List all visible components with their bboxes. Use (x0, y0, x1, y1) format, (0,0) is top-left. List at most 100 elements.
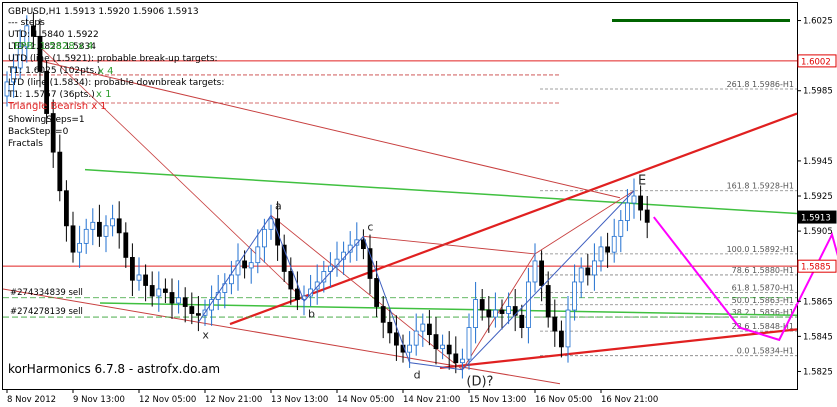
candle-body[interactable] (552, 316, 558, 332)
fib-level-label: 50.0 1.5863-H1 (732, 296, 794, 305)
candle-body[interactable] (288, 271, 294, 290)
fib-level-label: 261.8 1.5986-H1 (727, 80, 794, 89)
time-axis[interactable]: 8 Nov 2012 9 Nov 13:00 12 Nov 05:00 12 Nov … (6, 389, 658, 405)
chart-canvas[interactable]: 261.8 1.5986-H1 161.8 1.5928-H1 100.0 1.58… (0, 0, 837, 407)
pattern-point-label: E (638, 174, 646, 189)
candle-body[interactable] (459, 358, 465, 364)
candle-body[interactable] (189, 306, 195, 314)
candle-body[interactable] (321, 271, 327, 283)
candle-body[interactable] (539, 260, 544, 286)
candle-body[interactable] (473, 299, 479, 328)
candle-body[interactable] (143, 274, 149, 286)
back-steps: BackSteps=0 (8, 127, 69, 137)
y-tick-label: 1.5845 (803, 332, 833, 342)
y-tick-label: 1.5865 (803, 297, 833, 307)
candle-body[interactable] (162, 288, 168, 293)
pattern-point-label: d (414, 369, 421, 382)
candle-body[interactable] (486, 309, 492, 318)
candle-body[interactable] (176, 297, 182, 304)
candle-body[interactable] (83, 228, 89, 244)
candle-body[interactable] (592, 260, 597, 276)
fib-level-label: 161.8 1.5928-H1 (727, 182, 794, 191)
candle-body[interactable] (380, 306, 386, 323)
candle-body[interactable] (255, 246, 261, 264)
candle-body[interactable] (268, 218, 274, 230)
candle-body[interactable] (585, 267, 591, 276)
candle-body[interactable] (294, 288, 300, 300)
candle-body[interactable] (526, 281, 531, 328)
candle-body[interactable] (136, 274, 142, 281)
candle-body[interactable] (420, 323, 426, 332)
x-tick-label: 14 Nov 05:00 (337, 395, 394, 405)
t1-up-target: T1: 1.6025 (102pts.) (7, 66, 100, 76)
candle-body[interactable] (156, 288, 162, 297)
candle-body[interactable] (506, 306, 512, 314)
brand-label: korHarmonics 6.7.8 - astrofx.do.am (8, 362, 220, 376)
order-label: #274334839 sell (10, 288, 83, 298)
candle-body[interactable] (453, 353, 459, 364)
candle-body[interactable] (631, 195, 637, 204)
t1-up-count: x 4 (98, 66, 113, 77)
candle-body[interactable] (446, 344, 452, 355)
candle-body[interactable] (248, 262, 254, 269)
candle-body[interactable] (559, 330, 564, 348)
candle-body[interactable] (611, 235, 617, 253)
candle-body[interactable] (413, 330, 419, 346)
candle-body[interactable] (195, 313, 201, 316)
candle-body[interactable] (479, 299, 485, 311)
candle-body[interactable] (110, 218, 115, 227)
candle-body[interactable] (519, 314, 525, 328)
candle-body[interactable] (393, 332, 399, 346)
price-box-label: 1.6002 (801, 57, 831, 67)
candle-body[interactable] (625, 202, 630, 221)
candle-body[interactable] (116, 218, 122, 234)
candle-body[interactable] (499, 309, 505, 314)
candle-body[interactable] (466, 327, 472, 360)
candle-body[interactable] (638, 195, 643, 211)
x-tick-label: 14 Nov 21:00 (403, 395, 460, 405)
candle-body[interactable] (545, 285, 551, 318)
candle-body[interactable] (90, 221, 96, 230)
candle-body[interactable] (235, 260, 241, 276)
candle-body[interactable] (129, 257, 135, 281)
candle-body[interactable] (387, 321, 393, 334)
candle-body[interactable] (97, 221, 102, 237)
epb-overlay: EPB: 1.5828 x 4 (14, 41, 93, 52)
pattern-point-label: (D)? (466, 375, 493, 390)
showing-steps: ShowingSteps=1 (8, 115, 85, 125)
price-axis[interactable]: 1.6025 1.5985 1.5945 1.5925 1.5905 1.5865 1.58… (797, 17, 837, 378)
candle-body[interactable] (70, 225, 76, 253)
pattern-point-label: a (275, 199, 282, 212)
candle-body[interactable] (77, 242, 82, 253)
candle-body[interactable] (64, 190, 69, 227)
candle-body[interactable] (242, 260, 248, 269)
x-tick-label: 8 Nov 2012 (7, 395, 56, 405)
candle-body[interactable] (123, 232, 129, 258)
candle-body[interactable] (182, 297, 188, 307)
y-tick-label: 1.5905 (803, 227, 833, 237)
candle-body[interactable] (440, 344, 446, 350)
candle-body[interactable] (572, 281, 577, 311)
candle-body[interactable] (407, 344, 413, 353)
candle-body[interactable] (618, 220, 624, 237)
candle-body[interactable] (433, 334, 439, 350)
candle-body[interactable] (103, 225, 109, 237)
candle-body[interactable] (532, 260, 538, 283)
pattern-point-label: c (367, 220, 373, 233)
candle-body[interactable] (169, 292, 175, 304)
candle-body[interactable] (492, 309, 498, 318)
y-tick-label: 1.5825 (803, 367, 833, 377)
candle-body[interactable] (644, 209, 650, 223)
candle-body[interactable] (149, 285, 155, 297)
x-tick-label: 13 Nov 13:00 (271, 395, 328, 405)
fib-level-label: 78.6 1.5880-H1 (732, 266, 794, 275)
candle-body[interactable] (598, 246, 604, 262)
candle-body[interactable] (578, 267, 584, 283)
candle-body[interactable] (426, 323, 432, 336)
steps-label: --- steps (8, 18, 45, 28)
candle-body[interactable] (605, 246, 610, 253)
candle-body[interactable] (374, 278, 380, 307)
candle-body[interactable] (261, 228, 267, 248)
candle-body[interactable] (565, 309, 571, 348)
candle-body[interactable] (57, 151, 63, 192)
